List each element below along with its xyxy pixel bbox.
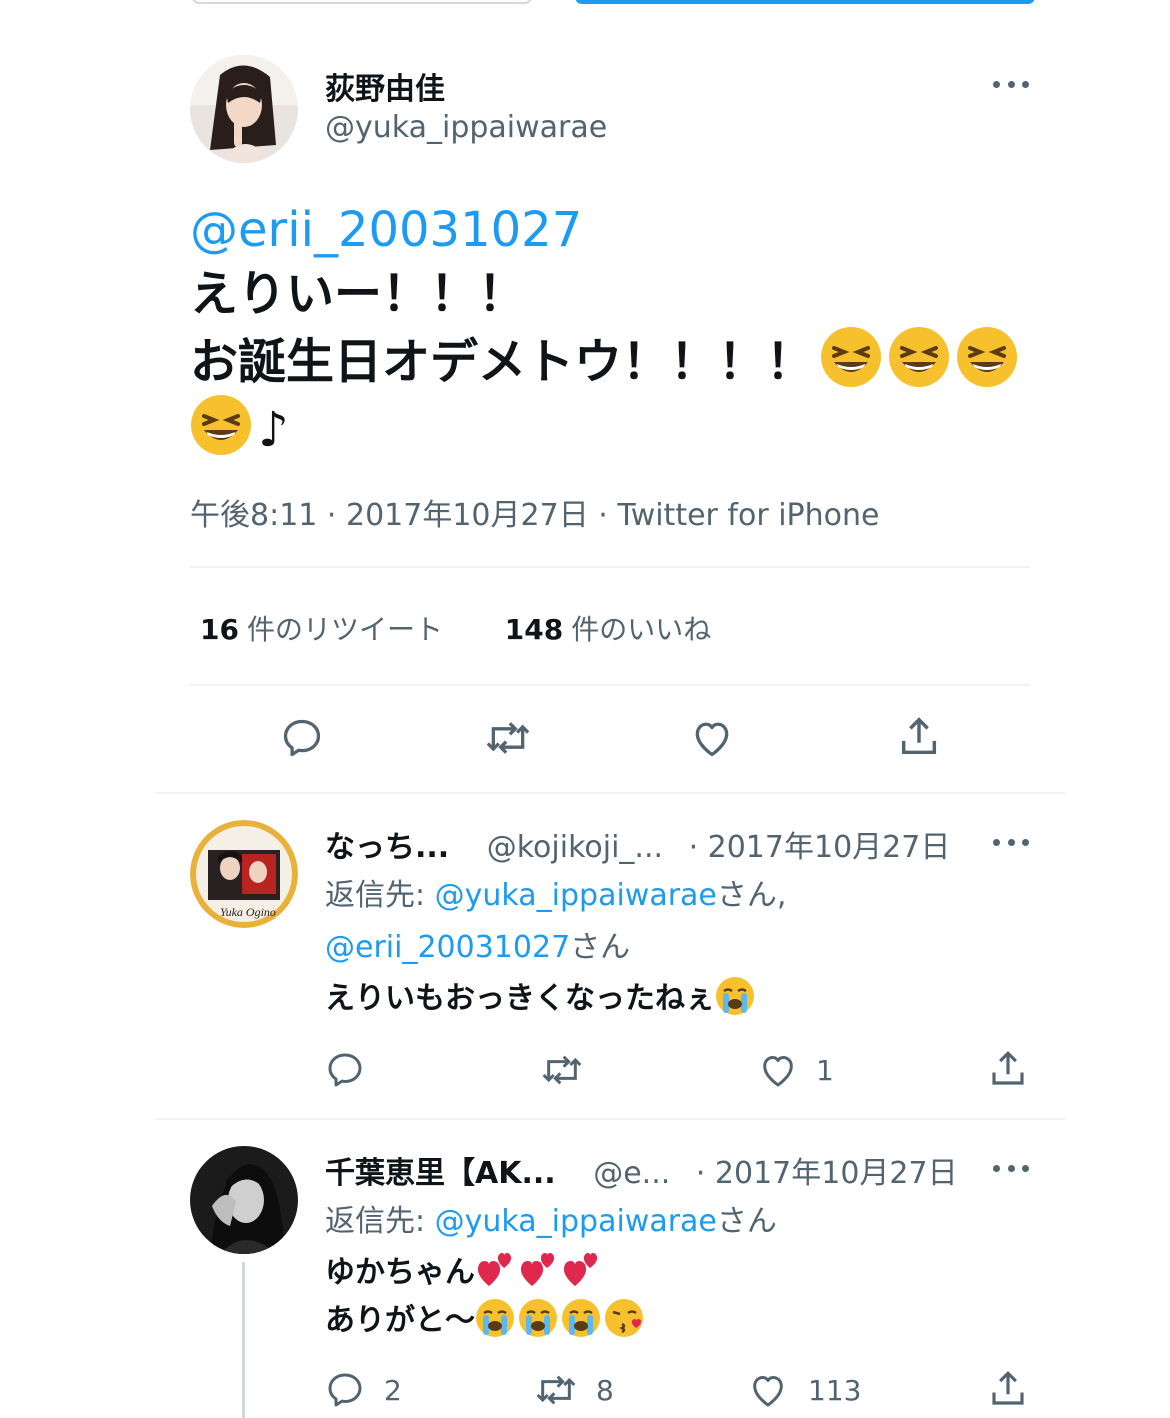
divider [190, 684, 1030, 686]
reply-to: 返信先: @yuka_ippaiwaraeさん [325, 1196, 777, 1248]
mention-link[interactable]: @yuka_ippaiwarae [435, 878, 717, 913]
reply-icon[interactable] [325, 1050, 365, 1094]
author-handle[interactable]: @yuka_ippaiwarae [325, 110, 607, 145]
face-blowing-a-kiss-icon [604, 1298, 644, 1338]
reply-date[interactable]: · 2017年10月27日 [689, 830, 951, 865]
loudly-crying-face-icon [518, 1298, 558, 1338]
grinning-squinting-face-icon [956, 326, 1018, 388]
tweet-time[interactable]: 午後8:11 [190, 498, 317, 533]
mention-link[interactable]: @erii_20031027 [190, 198, 1040, 262]
tweet-text: @erii_20031027 えりいー！！！ お誕生日オデメトウ！！！！ ♪ [190, 198, 1040, 462]
top-button-outline[interactable] [192, 0, 532, 4]
thread-line [242, 1262, 245, 1418]
two-hearts-icon [518, 1250, 558, 1290]
reply-icon[interactable] [280, 716, 324, 764]
tweet-stats: 16 件のリツイート 148 件のいいね [200, 608, 711, 648]
likes-label: 件のいいね [571, 613, 712, 646]
reply-to-label: 返信先: [325, 1204, 426, 1239]
share-icon[interactable] [987, 1048, 1029, 1094]
mention-link[interactable]: @yuka_ippaiwarae [435, 1204, 717, 1239]
more-options-icon[interactable] [993, 1162, 1029, 1174]
two-hearts-icon [561, 1250, 601, 1290]
retweet-icon[interactable] [534, 1370, 578, 1414]
tweet-line-2-text: お誕生日オデメトウ！！！！ [190, 334, 815, 390]
retweets-label: 件のリツイート [246, 613, 443, 646]
retweets-count: 16 [200, 613, 239, 646]
reply-text-line-1: ゆかちゃん [325, 1248, 604, 1298]
mention-link[interactable]: @erii_20031027 [325, 930, 570, 965]
reply-to-suffix: さん [570, 930, 631, 965]
two-hearts-icon [475, 1250, 515, 1290]
reply-to-label: 返信先: [325, 878, 426, 913]
tweet-line-2: お誕生日オデメトウ！！！！ [190, 326, 1040, 394]
top-button-primary[interactable] [575, 0, 1035, 4]
reply-author-handle[interactable]: @kojikoji_... [487, 830, 663, 865]
likes-count: 148 [504, 613, 564, 646]
author-name[interactable]: 荻野由佳 [325, 64, 445, 108]
svg-text:Yuka Ogino: Yuka Ogino [220, 905, 276, 919]
grinning-squinting-face-icon [190, 394, 252, 456]
more-options-icon[interactable] [993, 836, 1029, 848]
grinning-squinting-face-icon [888, 326, 950, 388]
reply-header: 千葉恵里【AK... @e... · 2017年10月27日 [325, 1148, 958, 1192]
likes-stat[interactable]: 148 件のいいね [505, 613, 711, 646]
reply-icon[interactable] [325, 1370, 365, 1414]
divider [155, 1118, 1065, 1120]
reply-author-name[interactable]: なっち... [325, 830, 449, 865]
reply-text-line-2: ありがと〜 [325, 1296, 647, 1346]
reply-date[interactable]: · 2017年10月27日 [696, 1156, 958, 1191]
reply-header: なっち... @kojikoji_... · 2017年10月27日 [325, 822, 950, 866]
avatar[interactable]: Yuka Ogino [190, 820, 298, 928]
retweets-stat[interactable]: 16 件のリツイート [200, 613, 443, 646]
like-count: 113 [808, 1374, 862, 1407]
music-note: ♪ [258, 402, 289, 458]
retweet-icon[interactable] [540, 1050, 584, 1094]
loudly-crying-face-icon [475, 1298, 515, 1338]
grinning-squinting-face-icon [820, 326, 882, 388]
reply-text: えりいもおっきくなったねぇ [325, 974, 758, 1024]
like-icon[interactable] [690, 716, 734, 764]
tweet-line-1: えりいー！！！ [190, 266, 527, 322]
loudly-crying-face-icon [715, 976, 755, 1016]
like-icon[interactable] [758, 1050, 798, 1094]
avatar[interactable] [190, 1146, 298, 1254]
like-count: 1 [816, 1054, 834, 1087]
reply-to-line-2: @erii_20031027さん [325, 922, 630, 974]
tweet-date[interactable]: 2017年10月27日 [346, 498, 589, 533]
reply-text-content: ゆかちゃん [325, 1255, 475, 1290]
meta-sep: · [598, 498, 618, 533]
meta-sep: · [326, 498, 346, 533]
share-icon[interactable] [987, 1368, 1029, 1414]
loudly-crying-face-icon [561, 1298, 601, 1338]
retweet-icon[interactable] [484, 716, 532, 764]
reply-to-suffix: さん, [716, 878, 787, 913]
reply-count: 2 [384, 1374, 402, 1407]
retweet-count: 8 [596, 1374, 614, 1407]
avatar[interactable] [190, 55, 298, 163]
tweet-line-3: ♪ [190, 394, 1040, 462]
reply-text-content: ありがと〜 [325, 1303, 475, 1338]
tweet-meta: 午後8:11 · 2017年10月27日 · Twitter for iPhon… [190, 490, 879, 534]
tweet-client[interactable]: Twitter for iPhone [617, 498, 879, 533]
reply-author-handle[interactable]: @e... [593, 1156, 670, 1191]
divider [190, 566, 1030, 568]
reply-to-suffix: さん [716, 1204, 777, 1239]
share-icon[interactable] [896, 714, 942, 764]
reply-text-content: えりいもおっきくなったねぇ [325, 981, 715, 1016]
reply-to: 返信先: @yuka_ippaiwaraeさん, [325, 870, 786, 922]
divider [155, 792, 1065, 794]
like-icon[interactable] [748, 1370, 788, 1414]
reply-author-name[interactable]: 千葉恵里【AK... [325, 1156, 556, 1191]
more-options-icon[interactable] [993, 78, 1029, 90]
